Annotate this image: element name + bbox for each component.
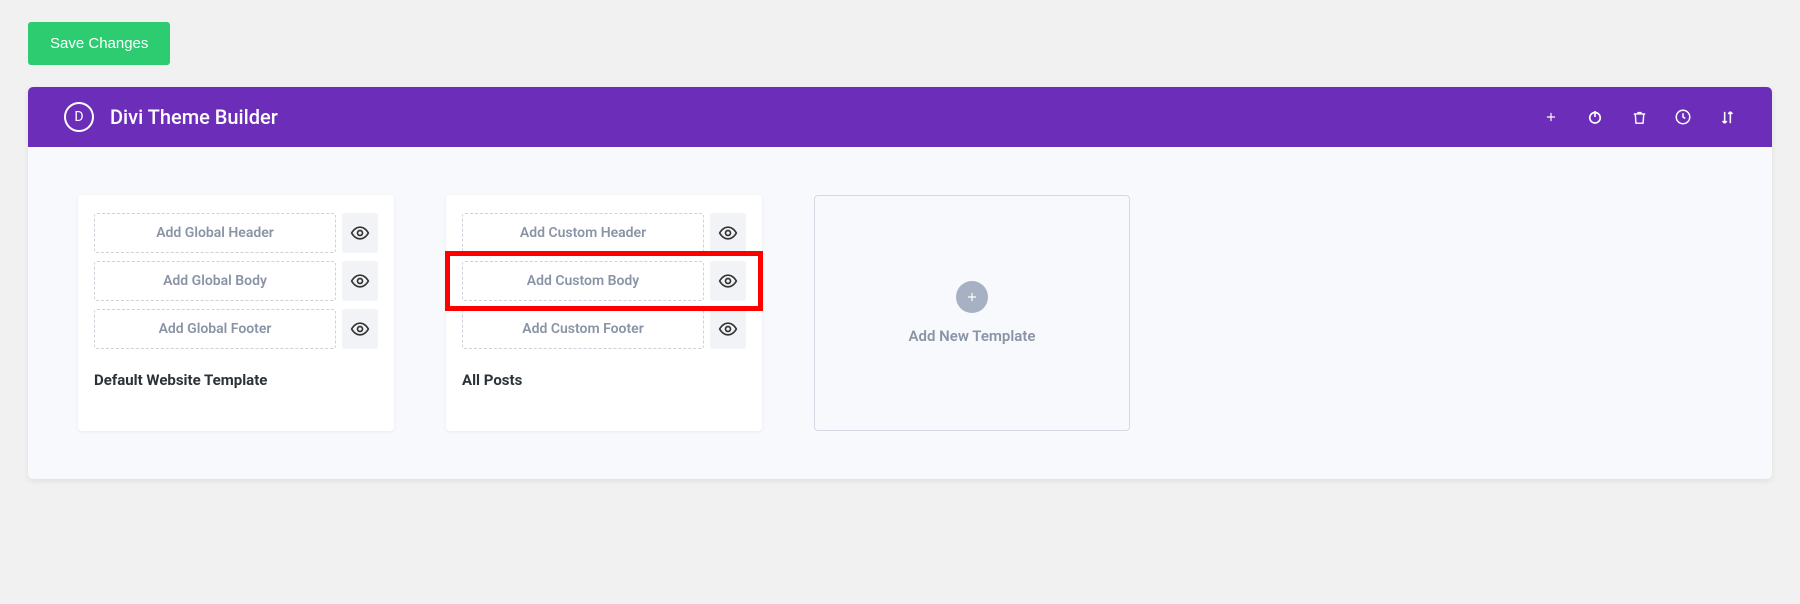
visibility-toggle[interactable] <box>710 261 746 301</box>
add-global-header-slot[interactable]: Add Global Header <box>94 213 336 253</box>
panel-title: Divi Theme Builder <box>110 105 278 129</box>
visibility-toggle[interactable] <box>710 213 746 253</box>
slot-row-header: Add Global Header <box>94 213 378 253</box>
plus-icon <box>956 281 988 313</box>
slot-row-footer: Add Global Footer <box>94 309 378 349</box>
add-global-footer-slot[interactable]: Add Global Footer <box>94 309 336 349</box>
history-icon[interactable] <box>1674 108 1692 126</box>
template-title: All Posts <box>462 371 746 389</box>
add-custom-body-slot[interactable]: Add Custom Body <box>462 261 704 301</box>
visibility-toggle[interactable] <box>342 213 378 253</box>
sort-icon[interactable] <box>1718 108 1736 126</box>
add-new-template-label: Add New Template <box>909 327 1036 345</box>
save-changes-button[interactable]: Save Changes <box>28 22 170 65</box>
logo-letter: D <box>74 109 83 125</box>
template-card-default: Add Global Header Add Global Body Add Gl… <box>78 195 394 431</box>
divi-logo-icon: D <box>64 102 94 132</box>
visibility-toggle[interactable] <box>710 309 746 349</box>
header-actions <box>1542 108 1736 126</box>
template-title: Default Website Template <box>94 371 378 389</box>
template-card-all-posts: Add Custom Header Add Custom Body Add Cu… <box>446 195 762 431</box>
visibility-toggle[interactable] <box>342 309 378 349</box>
add-custom-footer-slot[interactable]: Add Custom Footer <box>462 309 704 349</box>
power-icon[interactable] <box>1586 108 1604 126</box>
add-global-body-slot[interactable]: Add Global Body <box>94 261 336 301</box>
trash-icon[interactable] <box>1630 108 1648 126</box>
slot-row-body: Add Custom Body <box>462 261 746 301</box>
visibility-toggle[interactable] <box>342 261 378 301</box>
add-new-template-card[interactable]: Add New Template <box>814 195 1130 431</box>
slot-row-footer: Add Custom Footer <box>462 309 746 349</box>
panel-header: D Divi Theme Builder <box>28 87 1772 147</box>
slot-row-body: Add Global Body <box>94 261 378 301</box>
add-icon[interactable] <box>1542 108 1560 126</box>
theme-builder-panel: D Divi Theme Builder Add Global He <box>28 87 1772 479</box>
slot-row-header: Add Custom Header <box>462 213 746 253</box>
panel-body: Add Global Header Add Global Body Add Gl… <box>28 147 1772 479</box>
add-custom-header-slot[interactable]: Add Custom Header <box>462 213 704 253</box>
